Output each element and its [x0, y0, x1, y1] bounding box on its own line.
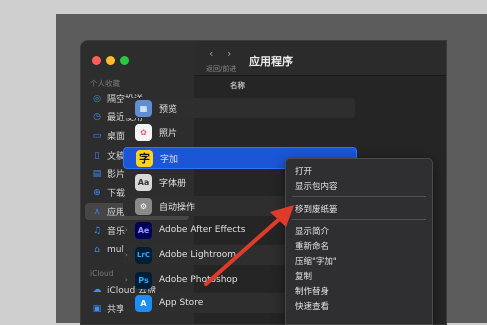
menu-separator [292, 196, 426, 197]
list-item-label: 预览 [159, 104, 178, 115]
clock-icon: ◷ [93, 111, 101, 122]
menu-item-rename[interactable]: 重新命名 [295, 240, 329, 252]
menu-item-open[interactable]: 打开 [295, 165, 312, 177]
airdrop-icon: ◎ [93, 93, 101, 104]
zijia-app-icon: 字 [136, 149, 153, 167]
desktop-icon: ▭ [92, 130, 102, 141]
cloud-icon: ☁ [92, 284, 102, 295]
music-icon: ♫ [92, 225, 102, 236]
shared-icon: ▣ [92, 303, 102, 314]
menu-item-get-info[interactable]: 显示简介 [295, 225, 329, 237]
page-title: 应用程序 [249, 55, 293, 68]
column-header[interactable]: 名称 [194, 77, 446, 91]
disclosure-triangle-icon[interactable]: › [125, 276, 128, 284]
close-button[interactable] [92, 56, 101, 65]
list-item-label: 字加 [160, 154, 179, 165]
disclosure-triangle-icon[interactable]: › [125, 226, 128, 234]
applications-icon: ⋏ [93, 206, 101, 217]
menu-item-quick-look[interactable]: 快速查看 [295, 300, 329, 312]
list-item-label: Adobe After Effects [159, 225, 246, 235]
list-item-label: Adobe Lightroom [159, 250, 237, 260]
toolbar: ‹ › 返回/前进 应用程序 [194, 41, 446, 76]
photos-app-icon: ✿ [135, 123, 152, 141]
list-item-label: 自动操作 [159, 202, 196, 213]
minimize-button[interactable] [106, 56, 115, 65]
list-item[interactable]: ▦ 预览 [123, 98, 355, 118]
after-effects-app-icon: Ae [135, 221, 152, 239]
list-item-label: 字体册 [159, 178, 187, 189]
list-item-label: 照片 [159, 128, 178, 139]
photoshop-app-icon: Ps [135, 271, 152, 289]
home-icon: ⌂ [94, 244, 100, 255]
context-menu: 打开 显示包内容 移到废纸篓 显示简介 重新命名 压缩"字加" 复制 制作替身 … [285, 158, 433, 325]
download-icon: ⊕ [93, 187, 101, 198]
column-name-label: 名称 [230, 81, 245, 90]
lightroom-app-icon: LrC [135, 246, 152, 264]
chevron-right-icon[interactable]: › [227, 47, 231, 60]
menu-item-show-package-contents[interactable]: 显示包内容 [295, 180, 338, 192]
app-store-app-icon: A [135, 294, 152, 312]
list-item-label: Adobe Photoshop [159, 275, 238, 285]
menu-item-move-to-trash[interactable]: 移到废纸篓 [295, 203, 338, 215]
film-icon: ▤ [92, 168, 102, 179]
favorites-header: 个人收藏 [90, 79, 120, 88]
icloud-header: iCloud [90, 269, 114, 278]
menu-item-duplicate[interactable]: 复制 [295, 270, 312, 282]
preview-app-icon: ▦ [135, 99, 152, 117]
automator-app-icon: ⚙ [135, 197, 152, 215]
list-item[interactable]: ✿ 照片 [123, 122, 355, 142]
menu-item-compress[interactable]: 压缩"字加" [295, 255, 337, 267]
back-forward-label: 返回/前进 [206, 65, 237, 73]
menu-item-make-alias[interactable]: 制作替身 [295, 285, 329, 297]
disclosure-triangle-icon[interactable]: › [125, 251, 128, 259]
font-book-app-icon: Aa [135, 173, 152, 191]
document-icon: ▯ [94, 150, 100, 161]
zoom-button[interactable] [120, 56, 129, 65]
menu-separator [292, 219, 426, 220]
chevron-left-icon[interactable]: ‹ [209, 47, 213, 60]
list-item-label: App Store [159, 298, 204, 308]
